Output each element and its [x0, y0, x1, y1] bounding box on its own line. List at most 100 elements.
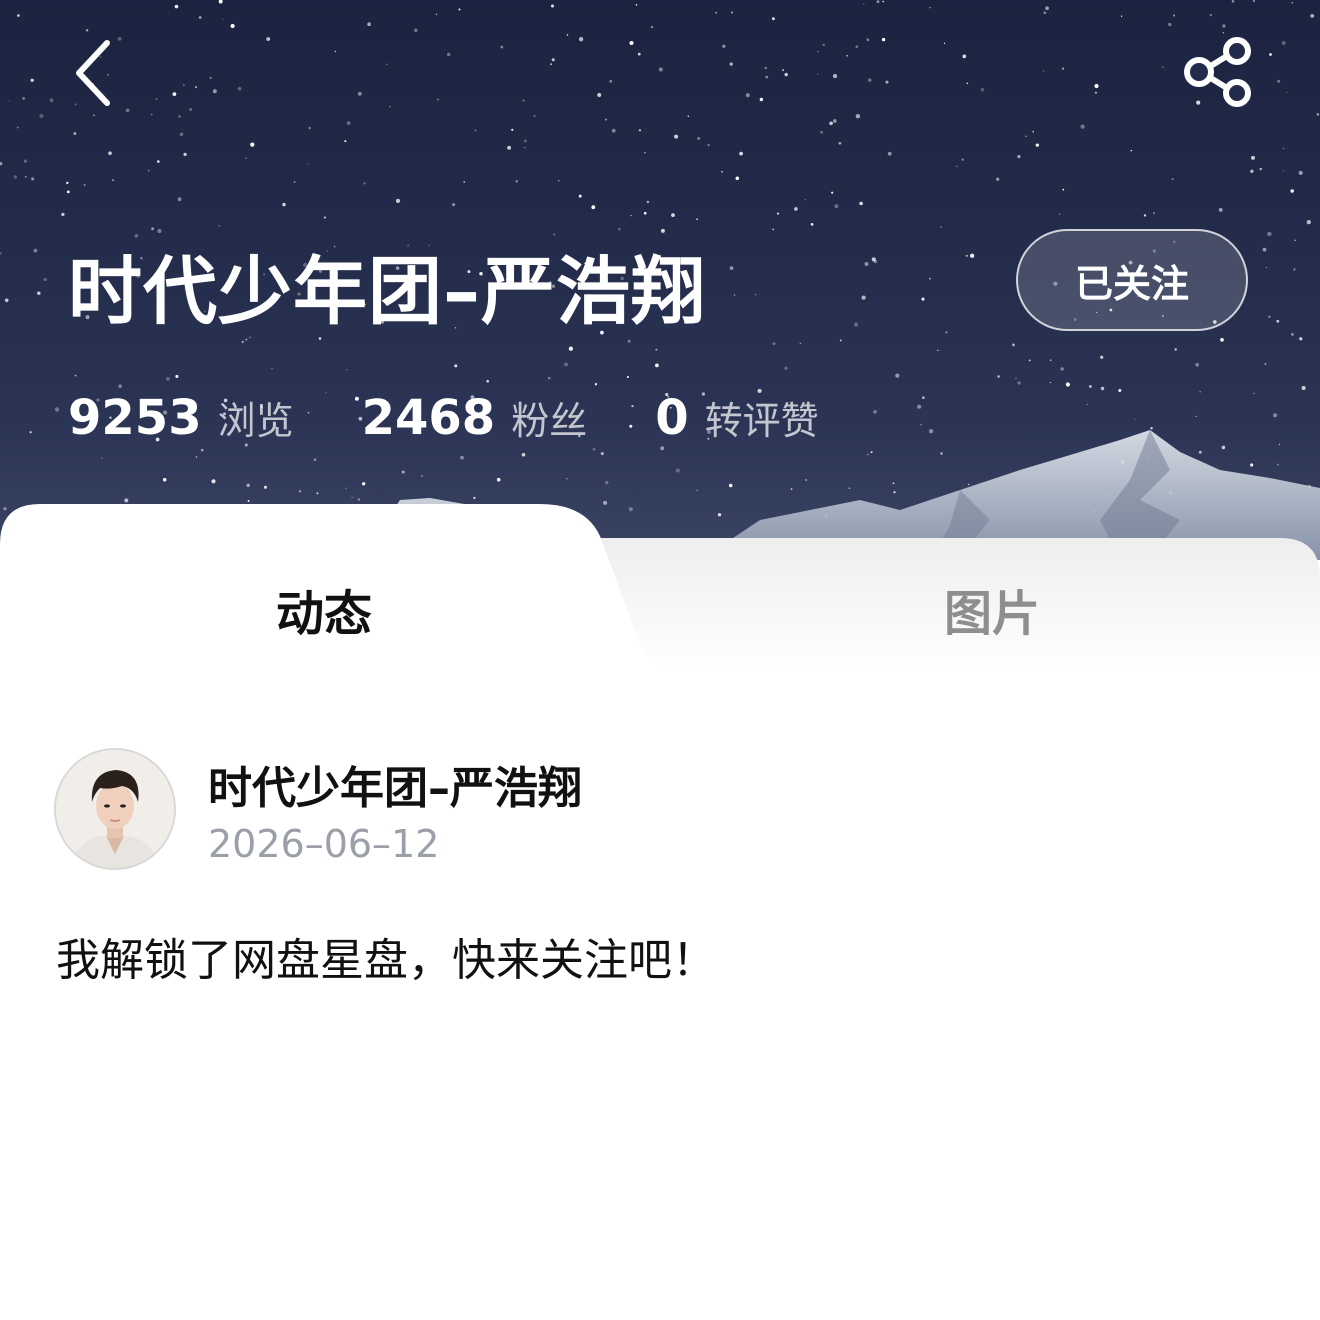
star-dot: [729, 62, 733, 66]
post-author-avatar[interactable]: [54, 748, 176, 870]
star-dot: [646, 200, 650, 204]
star-dot: [344, 140, 347, 143]
star-dot: [658, 67, 663, 72]
stat-fans-value: 2468: [361, 390, 496, 446]
star-dot: [1065, 382, 1070, 387]
star-dot: [784, 366, 788, 370]
star-dot: [1035, 143, 1039, 147]
star-dot: [1150, 426, 1153, 430]
star-dot: [1088, 385, 1092, 388]
star-dot: [887, 151, 892, 156]
star-dot: [804, 199, 807, 201]
star-dot: [772, 228, 774, 231]
star-dot: [401, 470, 405, 474]
star-dot: [323, 216, 326, 219]
star-dot: [564, 362, 568, 367]
follow-button[interactable]: 已关注: [1016, 229, 1248, 331]
star-dot: [166, 376, 170, 381]
star-dot: [1316, 113, 1320, 116]
star-dot: [1014, 377, 1017, 380]
star-dot: [609, 80, 613, 83]
star-dot: [831, 191, 834, 194]
star-dot: [839, 339, 842, 342]
page-title: 时代少年团–严浩翔: [68, 249, 706, 335]
star-dot: [892, 482, 895, 485]
tab-photos[interactable]: 图片: [944, 574, 1040, 644]
star-dot: [1264, 362, 1267, 365]
star-dot: [218, 0, 223, 4]
star-dot: [1269, 53, 1272, 56]
star-dot: [855, 45, 859, 49]
star-dot: [861, 295, 866, 300]
stat-fans[interactable]: 2468 粉丝: [362, 390, 588, 446]
star-dot: [1195, 362, 1200, 367]
star-dot: [772, 342, 776, 346]
star-dot: [308, 126, 311, 130]
star-dot: [885, 80, 889, 84]
star-dot: [447, 52, 451, 57]
star-dot: [568, 346, 574, 351]
star-dot: [177, 197, 182, 202]
star-dot: [864, 261, 869, 267]
star-dot: [1042, 70, 1045, 72]
star-dot: [644, 152, 646, 154]
star-dot: [93, 114, 95, 117]
star-dot: [855, 114, 861, 119]
star-dot: [655, 363, 659, 368]
star-dot: [799, 342, 802, 345]
star-dot: [414, 28, 418, 33]
star-dot: [1049, 359, 1052, 361]
star-dot: [1285, 91, 1288, 94]
star-dot: [945, 331, 948, 334]
star-dot: [22, 97, 26, 100]
star-dot: [230, 23, 235, 29]
stat-views: 9253 浏览: [68, 390, 294, 446]
star-dot: [183, 84, 185, 86]
star-dot: [39, 113, 44, 119]
star-dot: [578, 37, 584, 42]
star-dot: [1290, 189, 1294, 193]
star-dot: [189, 108, 192, 111]
star-dot: [66, 181, 69, 185]
star-dot: [962, 54, 967, 59]
star-dot: [1049, 381, 1052, 384]
post-author-name[interactable]: 时代少年团–严浩翔: [208, 752, 582, 816]
star-dot: [1094, 91, 1098, 94]
star-dot: [881, 37, 886, 42]
share-button[interactable]: [1180, 36, 1256, 108]
star-dot: [1028, 359, 1031, 362]
star-dot: [1198, 450, 1202, 454]
star-dot: [452, 203, 456, 207]
star-dot: [1291, 333, 1294, 336]
star-dot: [782, 69, 785, 72]
star-dot: [765, 75, 769, 79]
star-dot: [179, 132, 184, 136]
star-dot: [1277, 79, 1281, 83]
star-dot: [16, 126, 19, 129]
star-dot: [1218, 207, 1223, 212]
star-dot: [1086, 403, 1088, 406]
star-dot: [996, 177, 1000, 181]
star-dot: [293, 181, 296, 184]
tab-activity[interactable]: 动态: [276, 574, 372, 644]
star-dot: [1045, 6, 1049, 11]
star-dot: [1276, 319, 1280, 323]
star-dot: [474, 129, 477, 132]
star-dot: [863, 3, 865, 5]
star-dot: [846, 54, 849, 57]
star-dot: [155, 97, 158, 100]
star-dot: [671, 213, 675, 217]
star-dot: [1281, 41, 1286, 46]
star-dot: [928, 429, 934, 434]
back-button[interactable]: [60, 32, 124, 112]
star-dot: [754, 293, 757, 296]
star-dot: [1118, 388, 1122, 393]
star-dot: [1294, 239, 1296, 241]
star-dot: [921, 297, 925, 301]
star-dot: [868, 78, 872, 82]
star-dot: [1043, 11, 1047, 15]
star-dot: [437, 98, 439, 101]
star-dot: [578, 194, 582, 198]
star-dot: [626, 375, 629, 379]
star-dot: [1134, 418, 1136, 421]
